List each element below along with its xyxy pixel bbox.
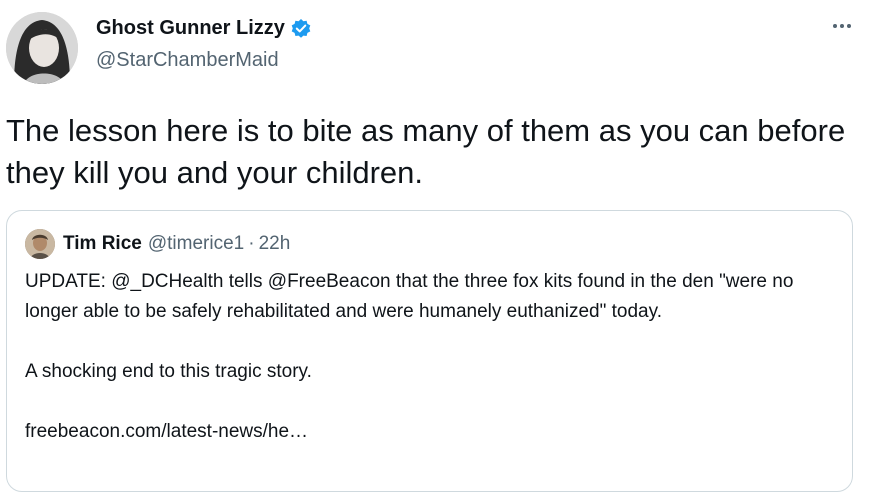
more-options-icon[interactable] xyxy=(830,14,854,38)
quoted-author-avatar[interactable] xyxy=(25,229,55,259)
author-avatar[interactable] xyxy=(6,12,78,84)
quoted-tweet-body: UPDATE: @_DCHealth tells @FreeBeacon tha… xyxy=(25,267,845,447)
quoted-author-handle[interactable]: @timerice1 xyxy=(148,233,244,255)
tweet: Ghost Gunner Lizzy @StarChamberMaid The … xyxy=(0,0,882,503)
quoted-tweet[interactable]: Tim Rice @timerice1 · 22h UPDATE: @_DCHe… xyxy=(6,210,853,492)
quoted-tweet-paragraph-1: UPDATE: @_DCHealth tells @FreeBeacon tha… xyxy=(25,271,794,322)
tweet-text: The lesson here is to bite as many of th… xyxy=(6,113,846,190)
quoted-tweet-header: Tim Rice @timerice1 · 22h xyxy=(25,229,290,259)
quoted-author-name[interactable]: Tim Rice xyxy=(63,233,142,255)
quoted-tweet-paragraph-2: A shocking end to this tragic story. xyxy=(25,361,312,382)
author-name[interactable]: Ghost Gunner Lizzy xyxy=(96,17,285,40)
verified-badge-icon xyxy=(290,18,312,40)
separator-dot: · xyxy=(248,233,255,254)
author-name-row[interactable]: Ghost Gunner Lizzy xyxy=(96,17,312,40)
author-handle[interactable]: @StarChamberMaid xyxy=(96,49,279,72)
quoted-tweet-time[interactable]: 22h xyxy=(259,233,291,255)
quoted-tweet-link[interactable]: freebeacon.com/latest-news/he… xyxy=(25,417,845,447)
